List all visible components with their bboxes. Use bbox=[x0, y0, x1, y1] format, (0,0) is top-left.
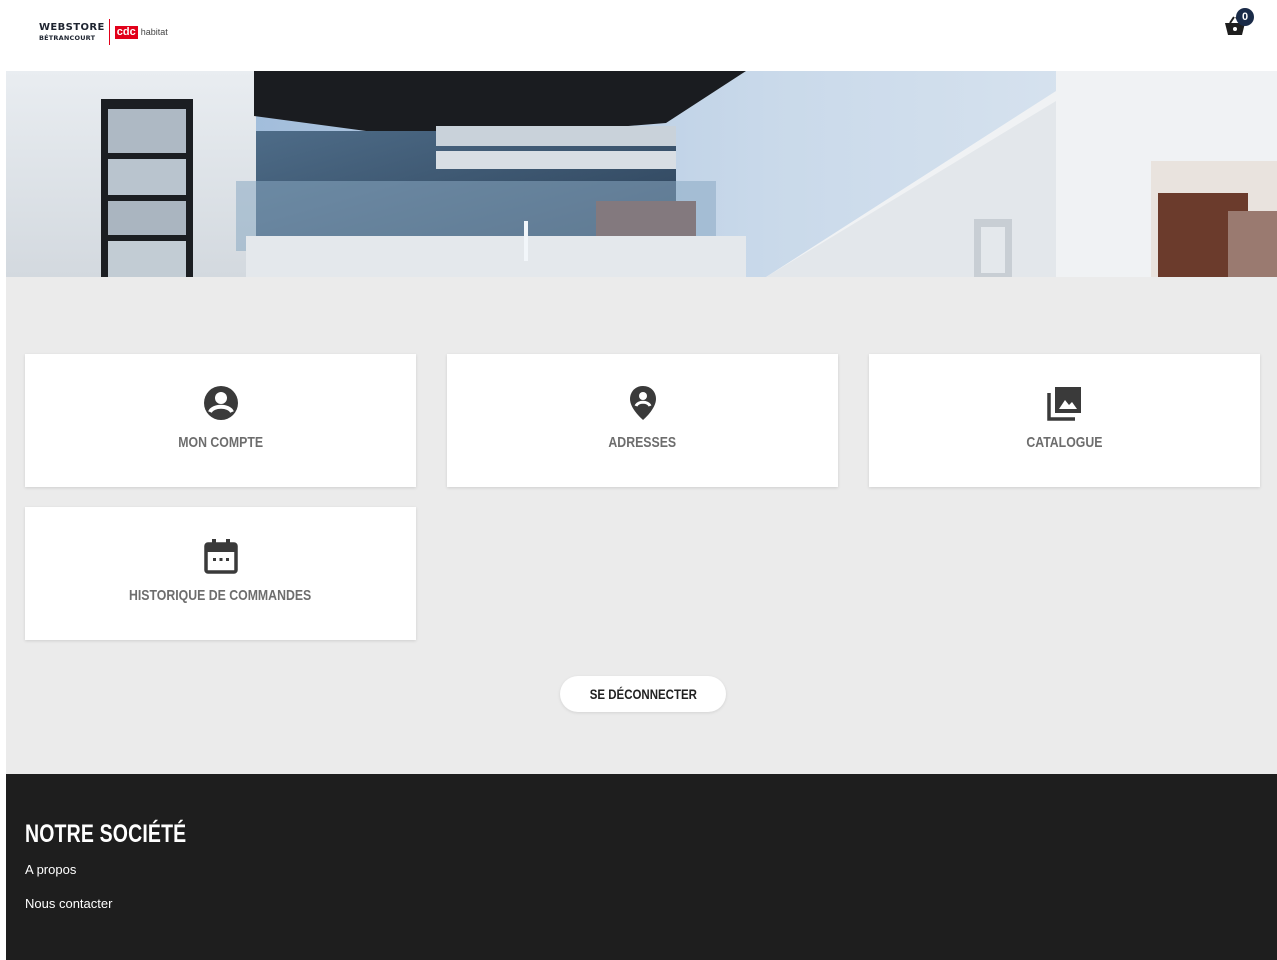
logo-text: WEBSTORE BÉTRANCOURT bbox=[39, 21, 105, 42]
logo-sub: BÉTRANCOURT bbox=[39, 33, 96, 42]
tile-historique-de-commandes[interactable]: HISTORIQUE DE COMMANDES bbox=[25, 507, 416, 640]
footer-link-a-propos[interactable]: A propos bbox=[25, 862, 76, 877]
tile-label: CATALOGUE bbox=[1026, 434, 1103, 451]
footer-title: NOTRE SOCIÉTÉ bbox=[25, 820, 187, 848]
page: WEBSTORE BÉTRANCOURT cdc habitat 0 MON C… bbox=[0, 0, 1277, 960]
tile-adresses[interactable]: ADRESSES bbox=[447, 354, 838, 487]
cart-count-badge: 0 bbox=[1236, 8, 1254, 26]
footer: NOTRE SOCIÉTÉ A propos Nous contacter bbox=[6, 774, 1277, 960]
hero-banner bbox=[6, 71, 1277, 277]
location-pin-icon bbox=[629, 386, 657, 420]
tile-catalogue[interactable]: CATALOGUE bbox=[869, 354, 1260, 487]
tile-mon-compte[interactable]: MON COMPTE bbox=[25, 354, 416, 487]
account-dashboard: MON COMPTE ADRESSES CATALOGUE HISTORIQUE… bbox=[6, 277, 1277, 774]
footer-link-nous-contacter[interactable]: Nous contacter bbox=[25, 896, 112, 911]
photo-library-icon bbox=[1046, 386, 1083, 421]
tile-label: HISTORIQUE DE COMMANDES bbox=[129, 587, 312, 604]
logout-button[interactable]: SE DÉCONNECTER bbox=[560, 676, 726, 712]
building-photo bbox=[6, 71, 1277, 277]
logo-mark: cdc bbox=[114, 25, 138, 39]
tile-label: ADRESSES bbox=[608, 434, 677, 451]
account-circle-icon bbox=[203, 386, 239, 420]
header: WEBSTORE BÉTRANCOURT cdc habitat 0 bbox=[0, 0, 1277, 70]
cart-button[interactable]: 0 bbox=[1223, 8, 1263, 38]
logout-label: SE DÉCONNECTER bbox=[589, 686, 697, 702]
logo-divider bbox=[108, 19, 110, 45]
logo-partner: habitat bbox=[140, 27, 168, 37]
logo-brand: WEBSTORE bbox=[39, 21, 105, 33]
tile-label: MON COMPTE bbox=[178, 434, 263, 451]
calendar-icon bbox=[203, 539, 238, 574]
site-logo[interactable]: WEBSTORE BÉTRANCOURT cdc habitat bbox=[39, 19, 168, 45]
